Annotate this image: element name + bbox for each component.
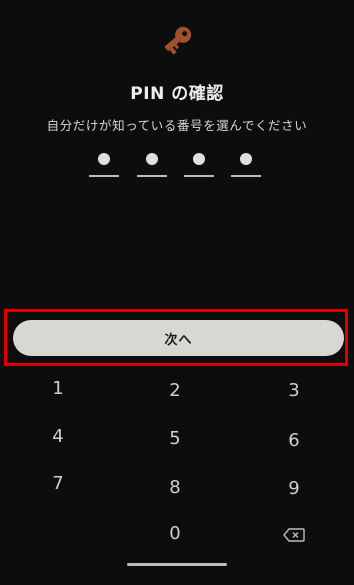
- next-button[interactable]: 次へ: [13, 320, 344, 356]
- pin-underline: [137, 175, 167, 177]
- pin-dot-filled: [193, 153, 205, 165]
- keypad-key-8[interactable]: 8: [145, 467, 205, 507]
- pin-dot-filled: [240, 153, 252, 165]
- pin-slot-3: [184, 150, 214, 180]
- pin-slot-2: [137, 150, 167, 180]
- keypad-key-3[interactable]: 3: [264, 370, 324, 410]
- key-icon: [157, 20, 197, 60]
- keypad-key-9[interactable]: 9: [264, 468, 324, 508]
- pin-underline: [231, 175, 261, 177]
- pin-slot-1: [89, 150, 119, 180]
- keypad-key-6[interactable]: 6: [264, 420, 324, 460]
- keypad-key-1[interactable]: 1: [28, 368, 88, 408]
- pin-confirm-screen: PIN の確認 自分だけが知っている番号を選んでください 次へ 1 2 3 4 …: [0, 0, 354, 585]
- keypad-key-4[interactable]: 4: [28, 416, 88, 456]
- pin-indicator: [89, 150, 265, 180]
- keypad-key-2[interactable]: 2: [145, 370, 205, 410]
- page-subtitle: 自分だけが知っている番号を選んでください: [46, 118, 308, 133]
- pin-underline: [89, 175, 119, 177]
- pin-slot-4: [231, 150, 261, 180]
- keypad-key-5[interactable]: 5: [145, 418, 205, 458]
- pin-underline: [184, 175, 214, 177]
- page-title: PIN の確認: [130, 84, 224, 104]
- pin-dot-filled: [146, 153, 158, 165]
- keypad-key-0[interactable]: 0: [145, 513, 205, 553]
- home-indicator[interactable]: [127, 563, 227, 566]
- backspace-button[interactable]: [264, 515, 324, 555]
- pin-dot-filled: [98, 153, 110, 165]
- keypad-key-7[interactable]: 7: [28, 463, 88, 503]
- backspace-icon: [283, 528, 305, 542]
